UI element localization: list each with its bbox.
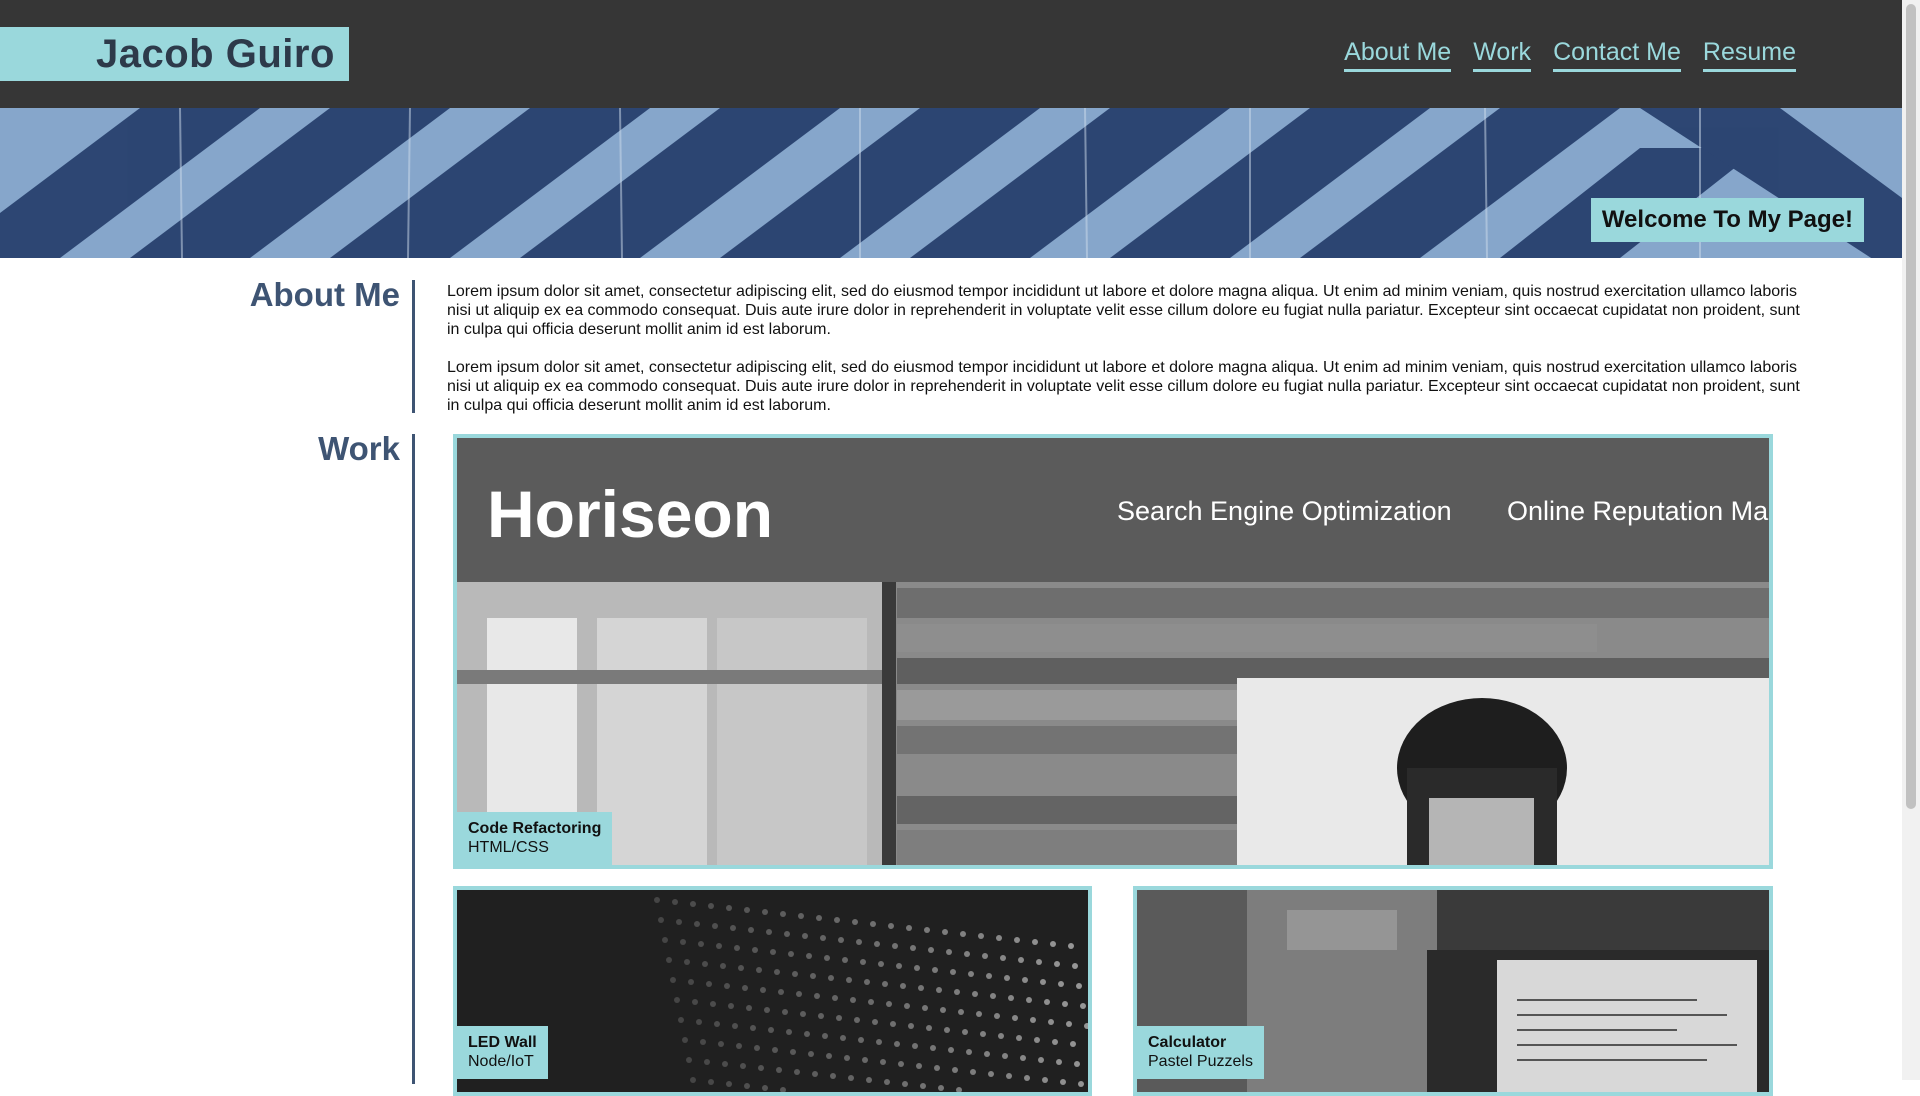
site-name: Jacob Guiro	[96, 31, 335, 76]
project-card-calculator[interactable]: Calculator Pastel Puzzels	[1133, 886, 1773, 1096]
welcome-badge: Welcome To My Page!	[1590, 198, 1864, 242]
nav-link-work[interactable]: Work	[1473, 36, 1532, 72]
project-card-code-refactoring[interactable]: Horiseon Search Engine Optimization Onli…	[453, 434, 1773, 869]
nav-link-contact-me[interactable]: Contact Me	[1553, 36, 1681, 72]
about-paragraph: Lorem ipsum dolor sit amet, consectetur …	[447, 359, 1800, 414]
about-me-heading: About Me	[249, 276, 400, 313]
horiseon-logo-text: Horiseon	[487, 477, 774, 551]
project-label: LED Wall Node/IoT	[457, 1026, 548, 1079]
project-title: Calculator	[1148, 1034, 1227, 1051]
work-heading: Work	[318, 430, 400, 467]
horiseon-nav-item: Online Reputation Ma	[1507, 496, 1769, 526]
site-header: Jacob Guiro About Me Work Contact Me Res…	[0, 0, 1902, 108]
page-scrollbar[interactable]	[1902, 0, 1920, 1080]
project-title: LED Wall	[468, 1034, 537, 1051]
nav-link-resume[interactable]: Resume	[1702, 36, 1796, 72]
work-divider	[412, 434, 415, 1084]
project-subtitle: Pastel Puzzels	[1148, 1053, 1253, 1070]
project-subtitle: HTML/CSS	[468, 839, 549, 856]
nav-link-about-me[interactable]: About Me	[1344, 36, 1452, 72]
main-nav: About Me Work Contact Me Resume	[1344, 36, 1796, 72]
project-title: Code Refactoring	[468, 820, 602, 837]
hero-banner: Welcome To My Page!	[0, 108, 1902, 258]
about-paragraph: Lorem ipsum dolor sit amet, consectetur …	[447, 283, 1800, 338]
scrollbar-thumb[interactable]	[1906, 4, 1916, 809]
site-brand[interactable]: Jacob Guiro	[0, 27, 349, 81]
about-divider	[412, 280, 415, 413]
project-subtitle: Node/IoT	[468, 1053, 534, 1070]
project-label: Calculator Pastel Puzzels	[1137, 1026, 1264, 1079]
horiseon-nav-item: Search Engine Optimization	[1117, 496, 1452, 526]
project-label: Code Refactoring HTML/CSS	[457, 812, 613, 865]
project-led-wall-image	[457, 890, 1088, 1092]
project-card-led-wall[interactable]: LED Wall Node/IoT	[453, 886, 1092, 1096]
about-body: Lorem ipsum dolor sit amet, consectetur …	[447, 282, 1803, 434]
